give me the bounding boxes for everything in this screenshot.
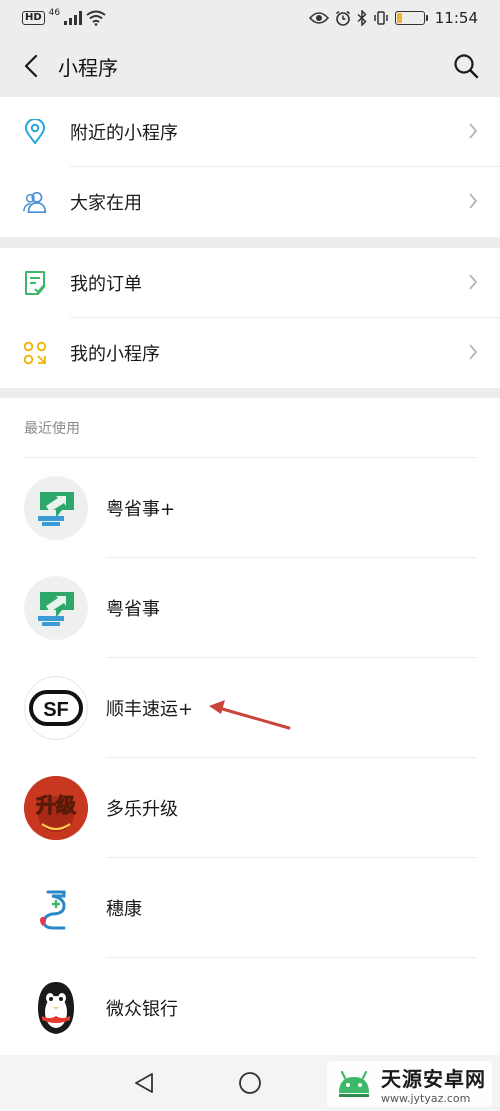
annotation-arrow: [209, 700, 291, 730]
search-icon: [454, 54, 479, 79]
recent-app-webank[interactable]: 微众银行: [0, 958, 500, 1058]
app-name: 粤省事+: [106, 499, 176, 520]
status-time: 11:54: [434, 9, 478, 27]
menu-item-label: 我的订单: [70, 274, 142, 295]
menu-item-label: 我的小程序: [70, 344, 160, 365]
mini-program-grid-icon: [22, 340, 48, 366]
sf-logo-text: SF: [43, 699, 69, 721]
vibrate-icon: [374, 11, 388, 25]
back-button[interactable]: [16, 46, 46, 86]
menu-item-my-mini-programs[interactable]: 我的小程序: [0, 318, 500, 388]
yue-sheng-shi-logo-icon: [24, 476, 88, 540]
menu-item-label: 大家在用: [70, 193, 142, 214]
circle-home-icon: [239, 1072, 261, 1094]
battery-icon: [394, 11, 428, 25]
chevron-right-icon: [469, 193, 478, 209]
chevron-left-icon: [24, 54, 38, 78]
menu-item-nearby[interactable]: 附近的小程序: [0, 97, 500, 167]
chevron-right-icon: [469, 344, 478, 360]
menu-item-label: 附近的小程序: [70, 123, 178, 144]
network-type: 46: [48, 8, 61, 18]
webank-penguin-icon: [24, 976, 88, 1040]
duole-logo-text: 升级: [36, 793, 76, 817]
wifi-icon: [86, 10, 106, 26]
app-name: 粤省事: [106, 599, 160, 620]
header-bar: 小程序: [0, 36, 500, 96]
people-icon: [22, 189, 48, 215]
app-name: 穗康: [106, 899, 142, 920]
recent-app-duole[interactable]: 升级 多乐升级: [0, 758, 500, 858]
app-name: 顺丰速运+: [106, 699, 194, 720]
app-name: 多乐升级: [106, 799, 178, 820]
status-bar: HD 46 11:54: [0, 0, 500, 36]
section-title: 最近使用: [24, 421, 80, 437]
nav-back-button[interactable]: [130, 1069, 158, 1097]
alarm-icon: [335, 10, 350, 26]
chevron-right-icon: [469, 274, 478, 290]
menu-group-mine: 我的订单 我的小程序: [0, 248, 500, 388]
search-button[interactable]: [448, 48, 484, 84]
page-title: 小程序: [58, 55, 118, 80]
menu-group-discover: 附近的小程序 大家在用: [0, 97, 500, 237]
watermark-name: 天源安卓网: [381, 1067, 486, 1091]
watermark-url: www.jytyaz.com: [381, 1092, 471, 1105]
android-logo-icon: [339, 1070, 369, 1097]
order-list-icon: [22, 270, 48, 296]
bluetooth-icon: [357, 10, 367, 26]
app-name: 微众银行: [106, 999, 178, 1020]
nav-home-button[interactable]: [236, 1069, 264, 1097]
suikang-logo-icon: [24, 876, 88, 940]
location-pin-icon: [22, 119, 48, 145]
chevron-right-icon: [469, 123, 478, 139]
menu-item-orders[interactable]: 我的订单: [0, 248, 500, 318]
eye-icon: [308, 12, 329, 24]
yue-sheng-shi-logo-icon: [24, 576, 88, 640]
sf-express-logo-icon: SF: [24, 676, 88, 740]
watermark: 天源安卓网 www.jytyaz.com: [327, 1061, 492, 1107]
menu-item-popular[interactable]: 大家在用: [0, 167, 500, 237]
recent-app-yue[interactable]: 粤省事: [0, 558, 500, 658]
recent-app-yue-plus[interactable]: 粤省事+: [0, 458, 500, 558]
triangle-back-icon: [135, 1073, 153, 1093]
recent-app-suikang[interactable]: 穗康: [0, 858, 500, 958]
signal-icon: [64, 11, 83, 25]
hd-indicator: HD: [22, 11, 45, 25]
recent-header: 最近使用: [0, 398, 500, 458]
battery-fill: [396, 13, 402, 23]
duole-shengji-logo-icon: 升级: [24, 776, 88, 840]
recent-list: 粤省事+ 粤省事 SF 顺丰速运+ 升级 多乐升级 穗康 微众银行: [0, 458, 500, 1058]
